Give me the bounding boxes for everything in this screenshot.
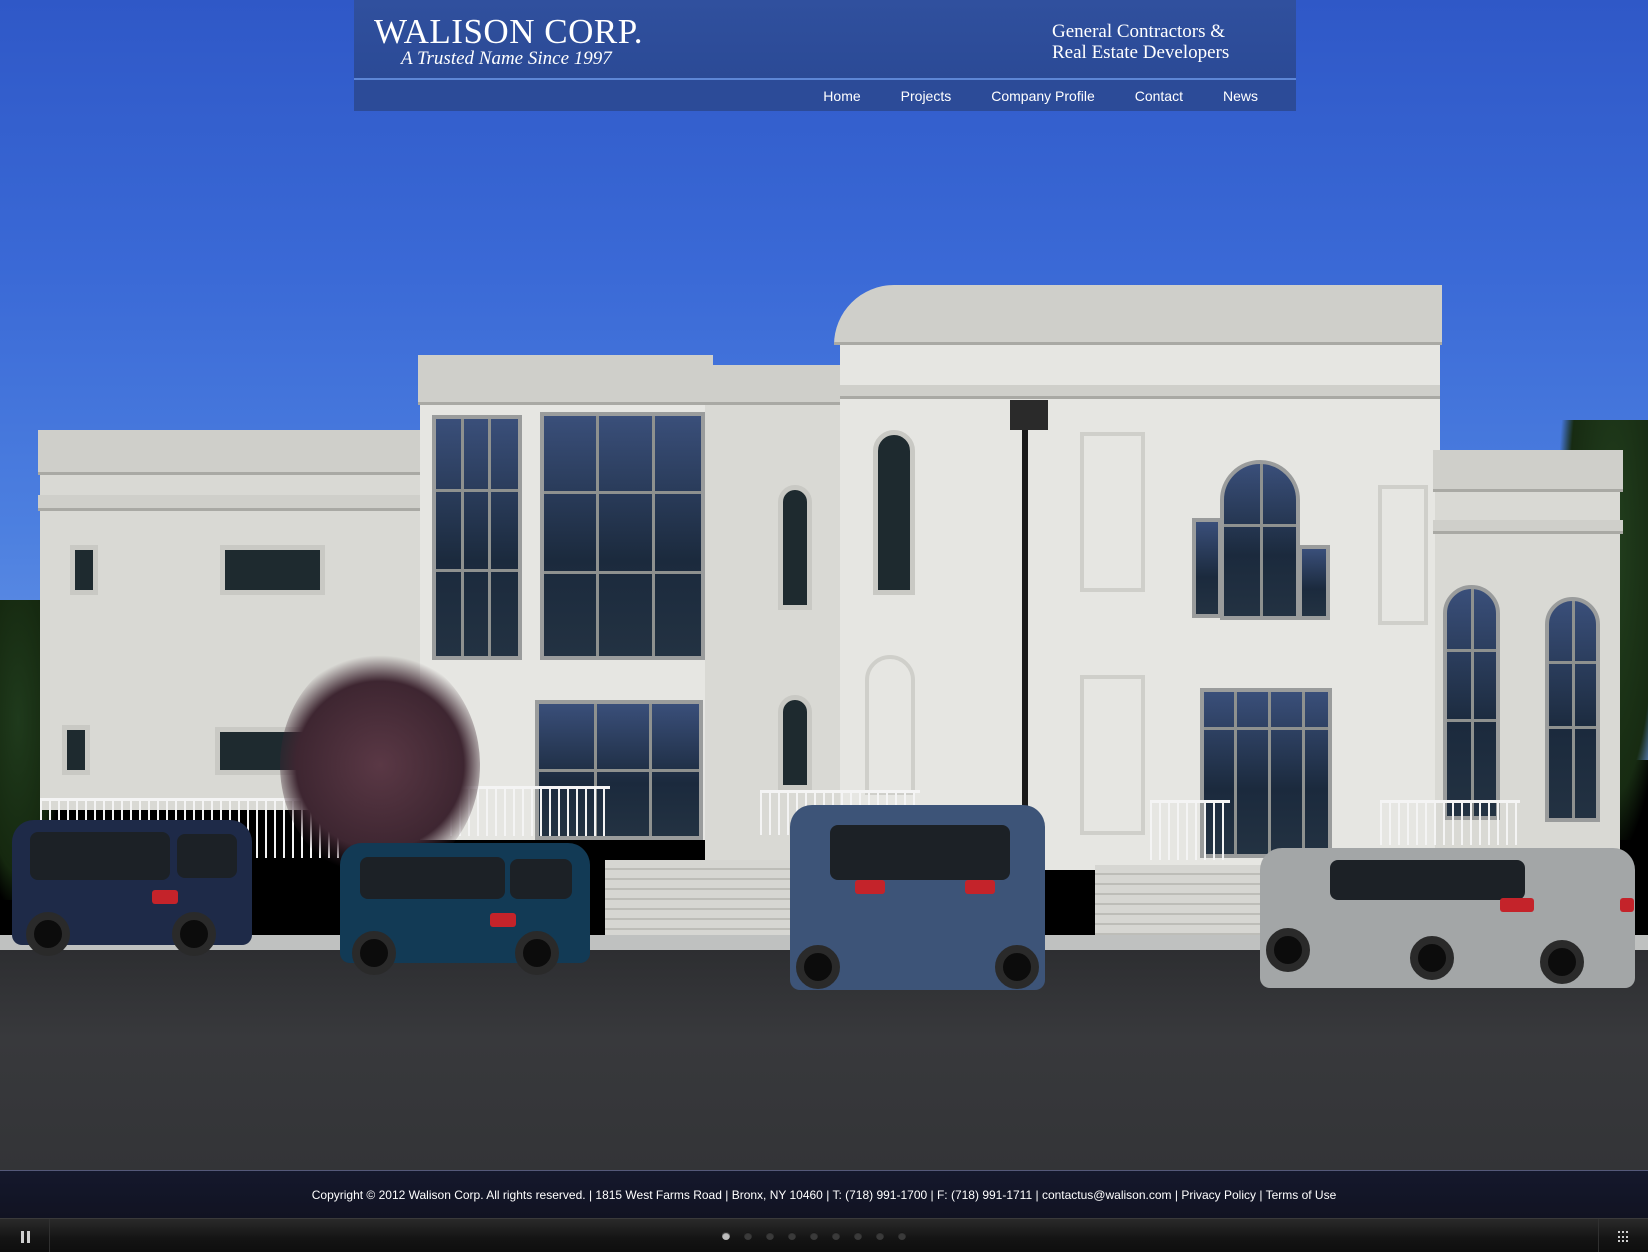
footer-city: Bronx, NY 10460 [731,1188,823,1202]
pause-icon [21,1231,31,1243]
nav-item-projects[interactable]: Projects [881,82,972,111]
building-window [1443,585,1500,820]
building-window [1298,545,1330,620]
building-cornice [834,285,1442,345]
footer-copyright: Copyright © 2012 Walison Corp. All right… [311,1188,586,1202]
footer-terms-link[interactable]: Terms of Use [1266,1188,1337,1202]
slide-dot[interactable] [766,1232,774,1240]
nav-item-news[interactable]: News [1203,82,1258,111]
footer-privacy-link[interactable]: Privacy Policy [1181,1188,1256,1202]
main-nav: Home Projects Company Profile Contact Ne… [354,82,1296,111]
slide-dot[interactable] [810,1232,818,1240]
header-blurb: General Contractors & Real Estate Develo… [1052,21,1272,63]
stair-railing [1380,800,1520,845]
entrance-stairs [605,860,805,940]
car-wagon [340,843,590,975]
building-cornice [1433,450,1623,492]
building-window [873,430,915,595]
thumbnails-button[interactable] [1598,1219,1648,1252]
building-cornice [703,365,847,405]
footer-phone: T: (718) 991-1700 [832,1188,928,1202]
header-blurb-line: General Contractors & [1052,21,1226,42]
nav-item-home[interactable]: Home [803,82,880,111]
building-window [432,415,522,660]
slide-dot[interactable] [876,1232,884,1240]
building-cornice [418,355,713,405]
footer-text: Copyright © 2012 Walison Corp. All right… [0,1171,1648,1219]
slide-dot[interactable] [722,1232,730,1240]
pause-button[interactable] [0,1219,50,1252]
building-cornice [1433,520,1623,534]
car-suv-left [12,820,252,956]
background-slide-image [0,0,1648,1252]
building-cornice [38,430,428,475]
building-panel [1080,675,1145,835]
logo-title[interactable]: WALISON CORP. [374,14,643,50]
building-panel [1378,485,1428,625]
building-window [778,485,812,610]
nav-item-contact[interactable]: Contact [1115,82,1203,111]
header-banner: WALISON CORP. A Trusted Name Since 1997 … [354,0,1296,80]
slide-dot[interactable] [788,1232,796,1240]
building-window [1545,597,1600,822]
slide-dot[interactable] [744,1232,752,1240]
header-blurb-line: Real Estate Developers [1052,42,1230,63]
building-window [220,545,325,595]
nav-item-company-profile[interactable]: Company Profile [971,82,1115,111]
building-window [62,725,90,775]
slide-dot[interactable] [898,1232,906,1240]
slide-dot[interactable] [854,1232,862,1240]
car-minivan [790,805,1045,990]
building-window [540,412,705,660]
logo-tagline: A Trusted Name Since 1997 [401,48,612,69]
building-window [1220,460,1300,620]
footer-fax: F: (718) 991-1711 [936,1188,1033,1202]
footer-address: 1815 West Farms Road [595,1188,722,1202]
slide-indicators [722,1232,920,1240]
site-header: WALISON CORP. A Trusted Name Since 1997 … [354,0,1296,111]
slide-dot[interactable] [832,1232,840,1240]
building-panel [865,655,915,795]
building-window [70,545,98,595]
grid-icon [1618,1231,1630,1243]
lamp-head [1010,400,1048,430]
stair-railing [1150,800,1230,860]
building-panel [1080,432,1145,592]
car-sedan [1260,848,1635,988]
lamp-post [1022,410,1028,850]
building-cornice [38,495,428,511]
building-cornice [840,385,1440,399]
footer-email-link[interactable]: contactus@walison.com [1042,1188,1172,1202]
building-window [778,695,812,790]
site-footer: Copyright © 2012 Walison Corp. All right… [0,1170,1648,1218]
slideshow-control-bar [0,1218,1648,1252]
building-window [1192,518,1222,618]
